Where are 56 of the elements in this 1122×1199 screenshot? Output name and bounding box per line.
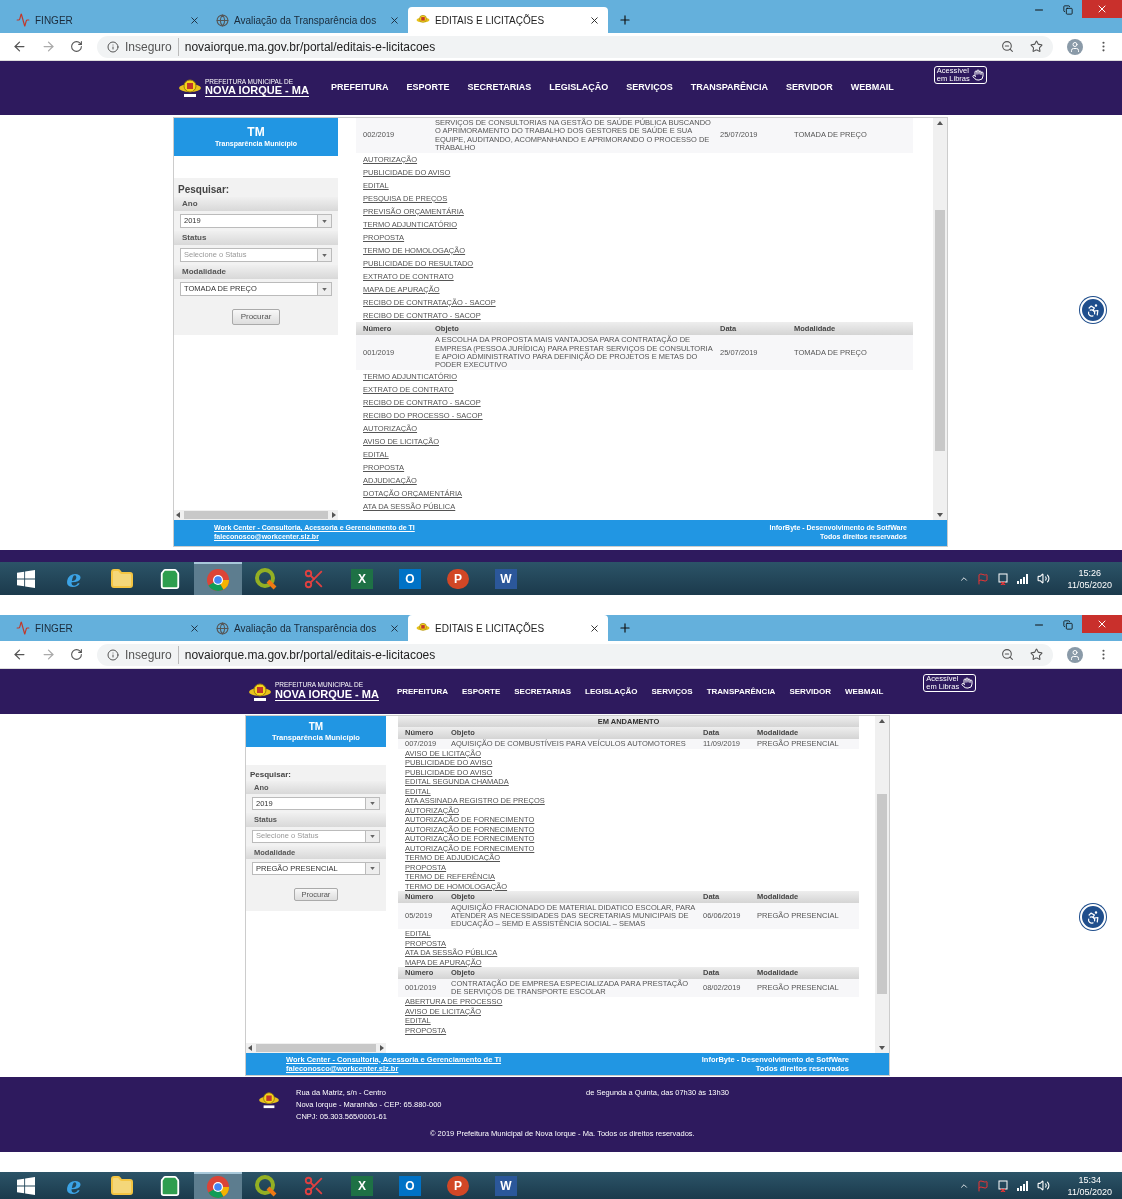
address-field[interactable]: Inseguro novaiorque.ma.gov.br/portal/editais-e-licitacoes [97, 643, 1053, 666]
security-label: Inseguro [125, 646, 172, 664]
nav-link[interactable]: SECRETARIAS [467, 81, 532, 95]
search-label: Pesquisar: [249, 769, 292, 781]
logo-name[interactable]: NOVA IORQUE - MA [205, 85, 309, 98]
search-label: Pesquisar: [177, 183, 231, 197]
word-icon[interactable]: W [495, 1175, 517, 1196]
nav-link[interactable]: ESPORTE [462, 685, 501, 698]
nav-link[interactable]: LEGISLAÇÃO [549, 81, 609, 95]
nav-link[interactable]: LEGISLAÇÃO [585, 685, 638, 698]
taskbar-button[interactable]: e [50, 562, 98, 595]
logo-name[interactable]: NOVA IORQUE - MA [275, 688, 379, 701]
taskbar-button[interactable]: P [434, 1172, 482, 1199]
clock[interactable]: 15:34 11/05/2020 [1067, 1173, 1112, 1198]
url-text: novaiorque.ma.gov.br/portal/editais-e-licitacoes [177, 645, 436, 664]
nav-link[interactable]: TRANSPARÊNCIA [706, 685, 776, 698]
taskbar-button[interactable]: X [338, 562, 386, 595]
browser-icon[interactable]: e [62, 567, 86, 590]
taskbar-button[interactable]: O [386, 1172, 434, 1199]
nav-link[interactable]: PREFEITURA [396, 685, 448, 698]
taskbar-button[interactable]: X [338, 1172, 386, 1199]
taskbar-button[interactable]: P [434, 562, 482, 595]
powerpoint-icon[interactable]: P [447, 568, 469, 589]
nav-link[interactable]: ESPORTE [406, 81, 450, 95]
security-label: Inseguro [125, 38, 172, 56]
nav-link[interactable]: SERVIDOR [789, 685, 832, 698]
clock[interactable]: 15:26 11/05/2020 [1067, 566, 1112, 591]
search-button[interactable]: Procurar [231, 309, 281, 325]
url-text: novaiorque.ma.gov.br/portal/editais-e-licitacoes [177, 37, 436, 56]
taskbar-button[interactable]: W [482, 1172, 530, 1199]
nav-link[interactable]: SERVIÇOS [626, 81, 673, 95]
filter-label: Ano [174, 197, 338, 211]
brand-title: TM [247, 125, 265, 141]
excel-icon[interactable]: X [351, 568, 373, 589]
brand-title: TM [308, 720, 324, 734]
filter-label: Status [174, 231, 338, 245]
nav-link[interactable]: SERVIDOR [786, 81, 833, 95]
nav-link[interactable]: TRANSPARÊNCIA [690, 81, 768, 95]
outlook-icon[interactable]: O [399, 568, 421, 589]
browser-tab[interactable]: EDITAIS E LICITAÇÕES [408, 615, 608, 641]
taskbar-button[interactable]: W [482, 562, 530, 595]
nav-link[interactable]: WEBMAIL [850, 81, 894, 95]
nav-link[interactable]: SERVIÇOS [651, 685, 693, 698]
browser-tab[interactable]: EDITAIS E LICITAÇÕES [408, 7, 608, 33]
word-icon[interactable]: W [495, 568, 517, 589]
nav-link[interactable]: PREFEITURA [330, 81, 389, 95]
browser-icon[interactable]: e [62, 1174, 86, 1197]
nav-link[interactable]: SECRETARIAS [514, 685, 571, 698]
powerpoint-icon[interactable]: P [447, 1175, 469, 1196]
address-field[interactable]: Inseguro novaiorque.ma.gov.br/portal/editais-e-licitacoes [97, 35, 1053, 58]
taskbar-button[interactable]: e [50, 1172, 98, 1199]
filter-label: Modalidade [174, 265, 338, 279]
nav-link[interactable]: WEBMAIL [845, 685, 884, 698]
excel-icon[interactable]: X [351, 1175, 373, 1196]
taskbar-button[interactable]: O [386, 562, 434, 595]
outlook-icon[interactable]: O [399, 1175, 421, 1196]
